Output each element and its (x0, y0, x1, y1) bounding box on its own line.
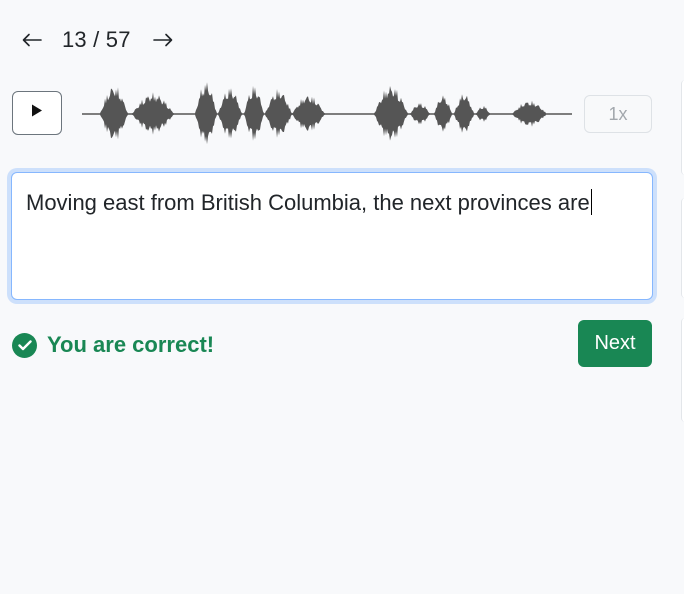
check-circle-icon (12, 332, 37, 358)
arrow-right-icon[interactable] (151, 26, 175, 54)
next-button[interactable]: Next (578, 320, 652, 367)
answer-textarea[interactable]: Moving east from British Columbia, the n… (11, 172, 653, 300)
question-counter: 13 / 57 (62, 27, 131, 52)
play-icon (31, 104, 43, 122)
text-caret (590, 189, 592, 215)
play-button[interactable] (12, 91, 62, 135)
arrow-left-icon[interactable] (20, 26, 44, 54)
feedback-message: You are correct! (12, 332, 214, 358)
playback-speed-button[interactable]: 1x (584, 95, 652, 133)
audio-waveform[interactable] (82, 74, 574, 154)
waveform-shape (82, 82, 572, 145)
feedback-text: You are correct! (47, 332, 215, 357)
answer-text: Moving east from British Columbia, the n… (26, 190, 590, 215)
question-navigation: 13 / 57 (20, 26, 175, 54)
